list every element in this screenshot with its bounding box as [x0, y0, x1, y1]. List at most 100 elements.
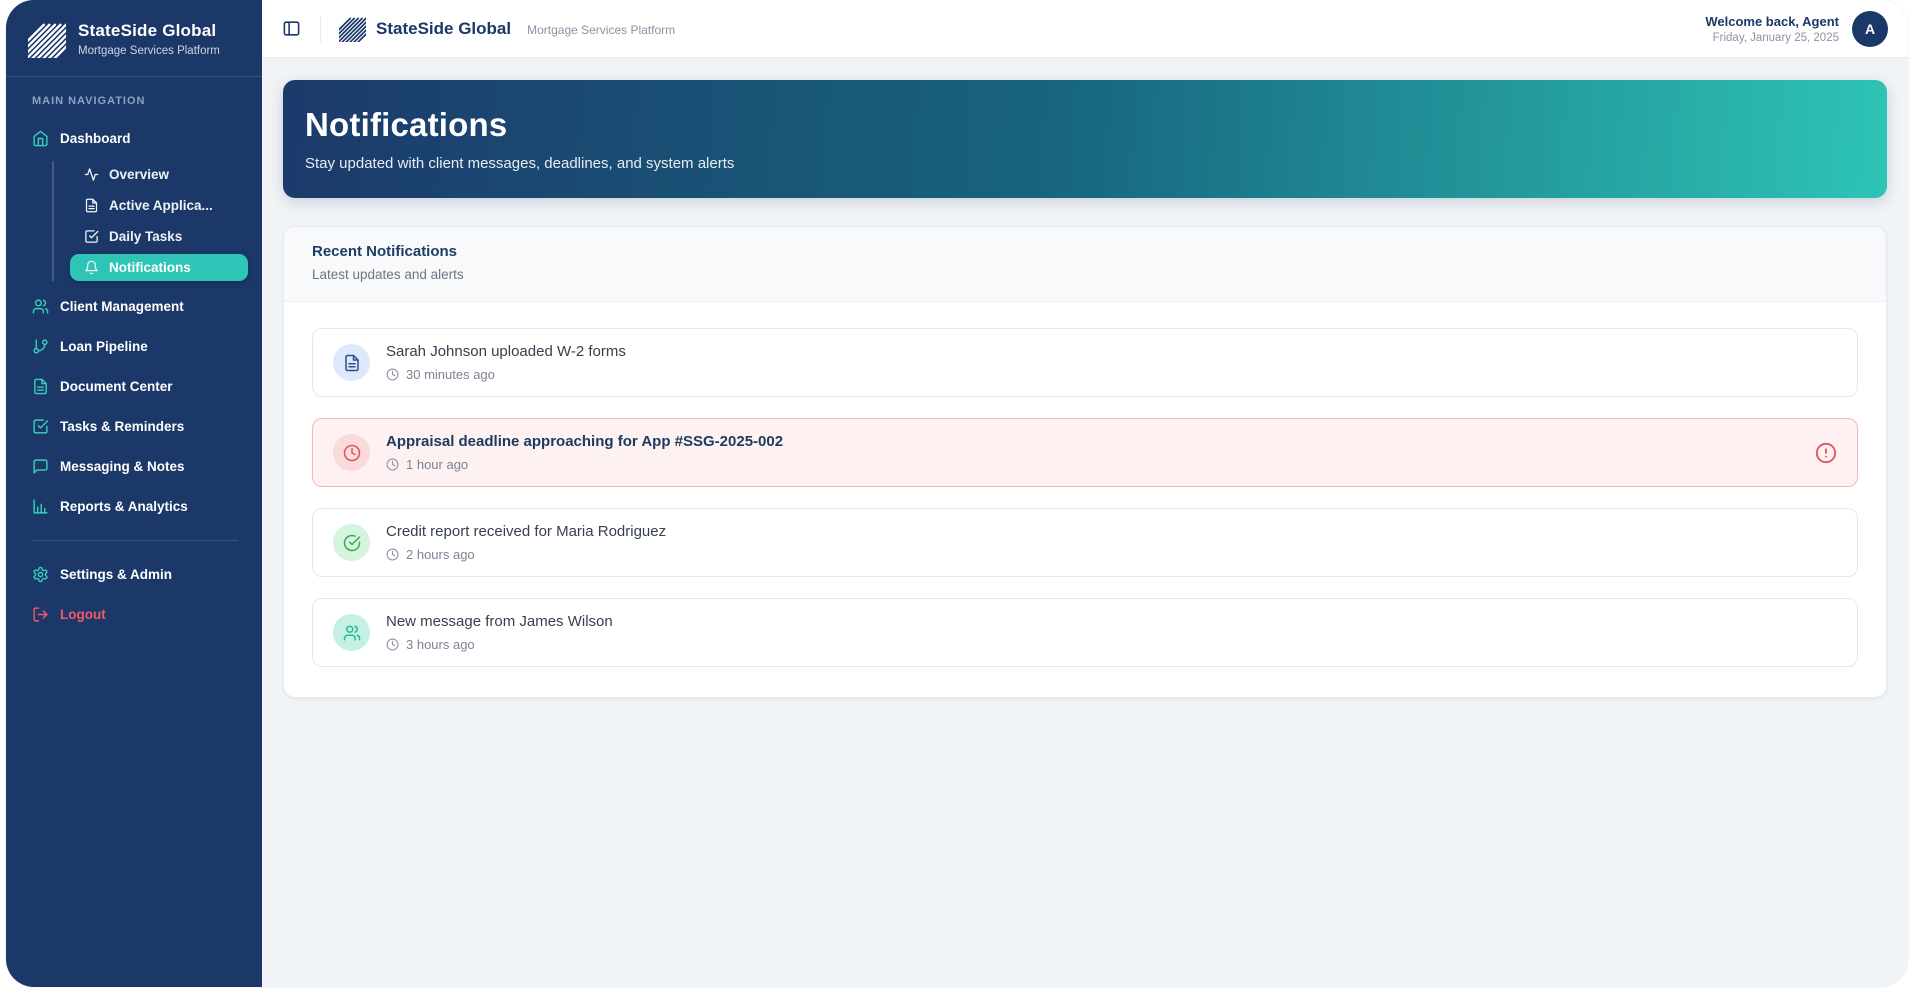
sidebar-item-document-center[interactable]: Document Center	[22, 369, 248, 404]
page-content: Notifications Stay updated with client m…	[262, 58, 1908, 987]
header-right: Welcome back, Agent Friday, January 25, …	[1705, 10, 1888, 47]
home-icon	[32, 130, 49, 147]
bar-chart-icon	[32, 498, 49, 515]
deadline-notification-icon	[333, 434, 370, 471]
page-banner: Notifications Stay updated with client m…	[283, 80, 1887, 198]
clock-icon	[386, 548, 399, 561]
sidebar-item-label: Dashboard	[60, 131, 131, 146]
dashboard-subnav: Overview Active Applica... Daily Tasks N…	[52, 161, 248, 281]
sidebar-item-notifications[interactable]: Notifications	[70, 254, 248, 281]
notification-row[interactable]: Credit report received for Maria Rodrigu…	[312, 508, 1858, 577]
sidebar-item-label: Reports & Analytics	[60, 499, 188, 514]
alert-badge	[1815, 442, 1837, 464]
message-notification-icon	[333, 614, 370, 651]
notifications-list: Sarah Johnson uploaded W-2 forms 30 minu…	[284, 302, 1886, 697]
nav-section-label: MAIN NAVIGATION	[32, 95, 146, 107]
header-separator	[320, 15, 321, 42]
logout-icon	[32, 606, 49, 623]
sub-item-label: Notifications	[109, 260, 191, 275]
file-text-icon	[84, 198, 99, 213]
alert-circle-icon	[1815, 442, 1837, 464]
sub-item-label: Active Applica...	[109, 198, 213, 213]
clock-icon	[386, 638, 399, 651]
sidebar-item-label: Settings & Admin	[60, 567, 173, 582]
notification-text: Appraisal deadline approaching for App #…	[386, 433, 783, 472]
sidebar-divider	[32, 540, 238, 541]
notification-time-text: 1 hour ago	[406, 457, 469, 472]
notification-row[interactable]: New message from James Wilson 3 hours ag…	[312, 598, 1858, 667]
sidebar-item-active-applications[interactable]: Active Applica...	[70, 192, 248, 219]
notification-time: 3 hours ago	[386, 637, 613, 652]
sidebar-item-label: Tasks & Reminders	[60, 419, 185, 434]
card-subtitle: Latest updates and alerts	[312, 267, 464, 282]
card-header: Recent Notifications Latest updates and …	[284, 227, 1886, 302]
sidebar-nav: MAIN NAVIGATION Dashboard Overview Activ…	[6, 77, 262, 632]
sidebar-toggle-button[interactable]	[274, 12, 308, 46]
clock-icon	[343, 444, 361, 462]
brand-logo-icon	[339, 15, 366, 42]
sub-item-label: Daily Tasks	[109, 229, 183, 244]
notification-time-text: 2 hours ago	[406, 547, 475, 562]
sidebar-item-loan-pipeline[interactable]: Loan Pipeline	[22, 329, 248, 364]
success-notification-icon	[333, 524, 370, 561]
message-square-icon	[32, 458, 49, 475]
sidebar-item-daily-tasks[interactable]: Daily Tasks	[70, 223, 248, 250]
users-icon	[32, 298, 49, 315]
page-title: Notifications	[305, 106, 508, 143]
notification-row-urgent[interactable]: Appraisal deadline approaching for App #…	[312, 418, 1858, 487]
notification-title: Appraisal deadline approaching for App #…	[386, 433, 784, 450]
welcome-text: Welcome back, Agent	[1705, 13, 1839, 29]
page-subtitle: Stay updated with client messages, deadl…	[305, 155, 735, 172]
sidebar-brand: StateSide Global Mortgage Services Platf…	[6, 0, 262, 77]
sidebar-item-label: Client Management	[60, 299, 184, 314]
sidebar-item-label: Loan Pipeline	[60, 339, 148, 354]
check-square-icon	[32, 418, 49, 435]
notification-title: Sarah Johnson uploaded W-2 forms	[386, 343, 626, 360]
users-icon	[343, 624, 361, 642]
check-square-icon	[84, 229, 99, 244]
welcome-block: Welcome back, Agent Friday, January 25, …	[1705, 14, 1839, 44]
main-area: StateSide Global Mortgage Services Platf…	[262, 0, 1908, 987]
header-date: Friday, January 25, 2025	[1712, 31, 1839, 44]
notification-text: New message from James Wilson 3 hours ag…	[386, 613, 613, 652]
notification-title: New message from James Wilson	[386, 613, 613, 630]
notification-row[interactable]: Sarah Johnson uploaded W-2 forms 30 minu…	[312, 328, 1858, 397]
app-window: StateSide Global Mortgage Services Platf…	[6, 0, 1908, 987]
top-header: StateSide Global Mortgage Services Platf…	[262, 0, 1908, 58]
brand-tagline: Mortgage Services Platform	[78, 45, 220, 57]
file-text-icon	[343, 354, 361, 372]
notification-time: 30 minutes ago	[386, 367, 626, 382]
notification-text: Sarah Johnson uploaded W-2 forms 30 minu…	[386, 343, 626, 382]
sidebar-item-client-management[interactable]: Client Management	[22, 289, 248, 324]
notifications-card: Recent Notifications Latest updates and …	[283, 226, 1887, 698]
brand-logo-icon	[28, 20, 66, 58]
gear-icon	[32, 566, 49, 583]
brand-name: StateSide Global	[78, 21, 217, 40]
brand-tagline: Mortgage Services Platform	[527, 23, 676, 37]
activity-icon	[84, 167, 99, 182]
header-brand: StateSide Global Mortgage Services Platf…	[339, 15, 675, 42]
sidebar-item-label: Logout	[60, 607, 106, 622]
sub-item-label: Overview	[109, 167, 170, 182]
panel-left-icon	[282, 19, 301, 38]
sidebar-item-tasks-reminders[interactable]: Tasks & Reminders	[22, 409, 248, 444]
document-notification-icon	[333, 344, 370, 381]
bell-icon	[84, 260, 99, 275]
sidebar-item-messaging-notes[interactable]: Messaging & Notes	[22, 449, 248, 484]
sidebar-item-label: Document Center	[60, 379, 173, 394]
check-circle-icon	[343, 534, 361, 552]
card-title: Recent Notifications	[312, 243, 458, 260]
avatar[interactable]: A	[1852, 10, 1888, 47]
sidebar-item-settings-admin[interactable]: Settings & Admin	[22, 557, 248, 592]
git-branch-icon	[32, 338, 49, 355]
notification-title: Credit report received for Maria Rodrigu…	[386, 523, 667, 540]
notification-time: 1 hour ago	[386, 457, 783, 472]
clock-icon	[386, 368, 399, 381]
sidebar-item-overview[interactable]: Overview	[70, 161, 248, 188]
sidebar-item-dashboard[interactable]: Dashboard	[22, 121, 248, 156]
sidebar-item-reports-analytics[interactable]: Reports & Analytics	[22, 489, 248, 524]
notification-time-text: 30 minutes ago	[406, 367, 495, 382]
sidebar-item-label: Messaging & Notes	[60, 459, 185, 474]
brand-name: StateSide Global	[376, 18, 512, 38]
sidebar-item-logout[interactable]: Logout	[22, 597, 248, 632]
